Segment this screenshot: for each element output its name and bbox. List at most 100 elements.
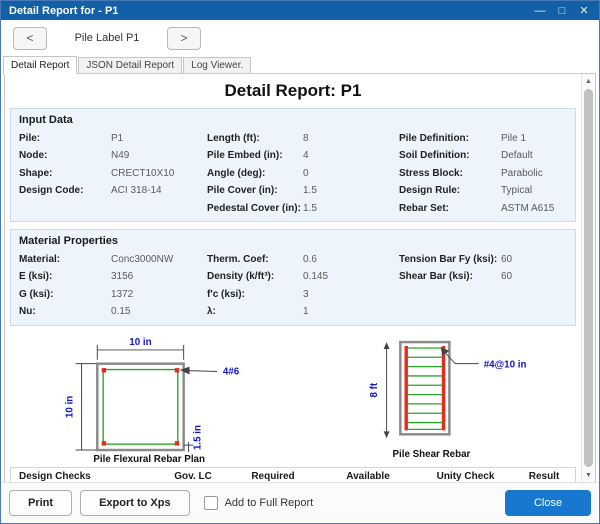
field-value: 0.15	[111, 303, 207, 320]
window-title: Detail Report for - P1	[9, 5, 118, 17]
field-label	[19, 200, 111, 217]
field-label: Design Rule:	[399, 182, 501, 199]
field-value: Default	[501, 147, 567, 164]
field-value: 1.5	[303, 182, 399, 199]
input-data-section: Input Data Pile:P1 Length (ft):8 Pile De…	[10, 108, 576, 222]
dim-width-label: 10 in	[129, 337, 151, 348]
minimize-button[interactable]: —	[531, 3, 549, 18]
tab-log-viewer[interactable]: Log Viewer.	[183, 57, 251, 73]
field-value	[501, 286, 567, 303]
field-label: Rebar Set:	[399, 200, 501, 217]
field-label: G (ksi):	[19, 286, 111, 303]
report-scroll-area: Detail Report: P1 Input Data Pile:P1 Len…	[4, 73, 596, 483]
scroll-up-button[interactable]: ▲	[582, 74, 595, 88]
close-window-button[interactable]: ✕	[575, 3, 593, 18]
field-label: Therm. Coef:	[207, 251, 303, 268]
previous-pile-button[interactable]: <	[13, 27, 47, 50]
next-pile-button[interactable]: >	[167, 27, 201, 50]
footer-bar: Print Export to Xps Add to Full Report C…	[1, 482, 599, 523]
tab-json-detail-report[interactable]: JSON Detail Report	[78, 57, 182, 73]
field-label: Length (ft):	[207, 130, 303, 147]
field-value: 0.6	[303, 251, 399, 268]
field-value: 1.5	[303, 200, 399, 217]
tab-strip: Detail Report JSON Detail Report Log Vie…	[1, 56, 599, 73]
tab-detail-report[interactable]: Detail Report	[3, 56, 77, 74]
field-label	[399, 303, 501, 320]
field-label: λ:	[207, 303, 303, 320]
field-label	[399, 286, 501, 303]
field-label: Material:	[19, 251, 111, 268]
col-header-design-checks: Design Checks	[11, 471, 158, 482]
field-label: Shear Bar (ksi):	[399, 268, 501, 285]
report-title: Detail Report: P1	[5, 81, 581, 101]
field-label: Pile Cover (in):	[207, 182, 303, 199]
field-value: 60	[501, 251, 567, 268]
field-label: Density (k/ft³):	[207, 268, 303, 285]
material-properties-grid: Material:Conc3000NW Therm. Coef:0.6 Tens…	[19, 251, 567, 321]
field-value: 3	[303, 286, 399, 303]
close-button[interactable]: Close	[505, 490, 591, 516]
field-value: P1	[111, 130, 207, 147]
shear-diagram-caption: Pile Shear Rebar	[393, 449, 471, 460]
input-data-heading: Input Data	[19, 112, 567, 130]
col-header-gov-lc: Gov. LC	[158, 471, 228, 482]
field-value: Parabolic	[501, 165, 567, 182]
field-label: f'c (ksi):	[207, 286, 303, 303]
field-value	[111, 200, 207, 217]
field-value: ASTM A615	[501, 200, 567, 217]
field-value: 8	[303, 130, 399, 147]
add-to-full-report-label: Add to Full Report	[225, 497, 314, 509]
field-value: Pile 1	[501, 130, 567, 147]
field-value: N49	[111, 147, 207, 164]
flexural-rebar-plan-diagram: 10 in 10 in 4#6	[60, 333, 317, 465]
print-button[interactable]: Print	[9, 490, 72, 516]
rebar-diagrams: 10 in 10 in 4#6	[5, 333, 581, 465]
export-to-xps-button[interactable]: Export to Xps	[80, 490, 190, 516]
dim-height-label: 10 in	[65, 395, 76, 417]
chevron-left-icon: <	[26, 31, 33, 45]
scroll-down-button[interactable]: ▼	[582, 468, 595, 482]
field-value: ACI 318-14	[111, 182, 207, 199]
field-label: Pile:	[19, 130, 111, 147]
vertical-scrollbar[interactable]: ▲ ▼	[581, 74, 595, 482]
design-checks-header-row: Design Checks Gov. LC Required Available…	[11, 468, 575, 482]
field-value	[501, 303, 567, 320]
scrollbar-thumb[interactable]	[584, 89, 593, 467]
field-value: Typical	[501, 182, 567, 199]
col-header-result: Result	[513, 471, 575, 482]
field-value: 60	[501, 268, 567, 285]
shear-height-label: 8 ft	[369, 382, 380, 397]
field-label: E (ksi):	[19, 268, 111, 285]
field-label: Angle (deg):	[207, 165, 303, 182]
field-label: Design Code:	[19, 182, 111, 199]
field-value: 1	[303, 303, 399, 320]
pile-navigation: < Pile Label P1 >	[1, 20, 599, 56]
col-header-unity-check: Unity Check	[418, 471, 513, 482]
material-properties-section: Material Properties Material:Conc3000NW …	[10, 229, 576, 326]
pile-label: Pile Label P1	[61, 32, 153, 44]
maximize-button[interactable]: □	[553, 3, 571, 18]
input-data-grid: Pile:P1 Length (ft):8 Pile Definition:Pi…	[19, 130, 567, 217]
shear-callout-label: #4@10 in	[484, 359, 527, 370]
field-label: Nu:	[19, 303, 111, 320]
shear-rebar-diagram: 8 ft #4@10 in	[365, 333, 581, 465]
material-properties-heading: Material Properties	[19, 233, 567, 251]
field-value: Conc3000NW	[111, 251, 207, 268]
field-label: Pedestal Cover (in):	[207, 200, 303, 217]
add-to-full-report-checkbox[interactable]	[204, 496, 218, 510]
design-checks-table: Design Checks Gov. LC Required Available…	[10, 467, 576, 482]
window-title-bar: Detail Report for - P1 — □ ✕	[1, 1, 599, 20]
field-value: 4	[303, 147, 399, 164]
field-value: CRECT10X10	[111, 165, 207, 182]
chevron-right-icon: >	[180, 31, 187, 45]
report-content: Detail Report: P1 Input Data Pile:P1 Len…	[5, 74, 581, 482]
field-value: 1372	[111, 286, 207, 303]
field-label: Shape:	[19, 165, 111, 182]
field-value: 0.145	[303, 268, 399, 285]
col-header-available: Available	[318, 471, 418, 482]
detail-report-dialog: { "window": { "title": "Detail Report fo…	[0, 0, 600, 524]
field-label: Node:	[19, 147, 111, 164]
flexural-diagram-caption: Pile Flexural Rebar Plan	[93, 453, 205, 464]
field-label: Soil Definition:	[399, 147, 501, 164]
col-header-required: Required	[228, 471, 318, 482]
